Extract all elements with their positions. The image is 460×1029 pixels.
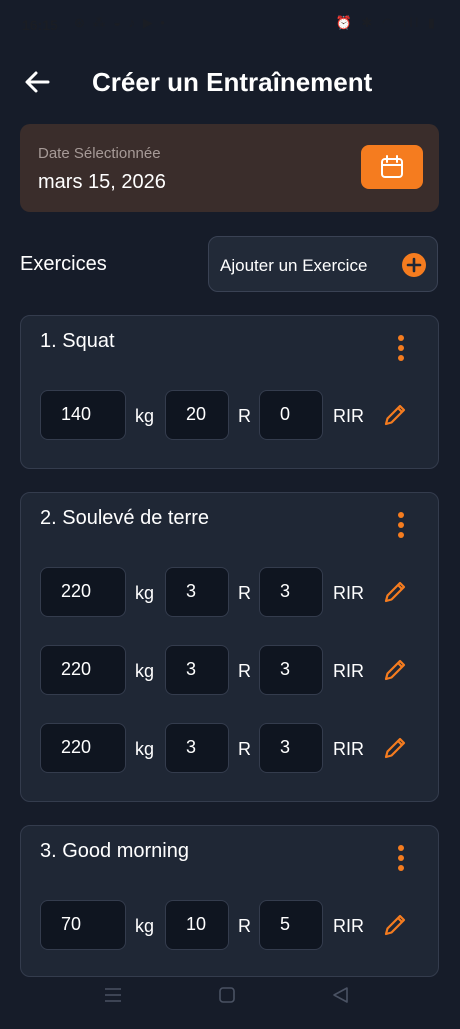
reps-unit: R	[238, 916, 251, 936]
set-row: 220 kg 3 R 3 RIR	[21, 645, 440, 695]
rir-input[interactable]: 3	[259, 645, 323, 695]
reps-unit: R	[238, 406, 251, 426]
reps-input[interactable]: 3	[165, 567, 229, 617]
rir-input[interactable]: 3	[259, 723, 323, 773]
rir-unit: RIR	[333, 739, 364, 759]
date-label: Date Sélectionnée	[38, 145, 161, 162]
reps-input[interactable]: 3	[165, 645, 229, 695]
recent-apps-icon[interactable]	[105, 988, 121, 1002]
system-navigation-bar	[0, 976, 460, 1024]
add-exercise-button[interactable]: Ajouter un Exercice	[208, 236, 438, 292]
rir-input[interactable]: 5	[259, 900, 323, 950]
weight-unit: kg	[135, 661, 155, 681]
reps-input[interactable]: 20	[165, 390, 229, 440]
add-exercise-label: Ajouter un Exercice	[220, 256, 368, 275]
reps-input[interactable]: 3	[165, 723, 229, 773]
back-nav-icon[interactable]	[333, 987, 348, 1003]
rir-unit: RIR	[333, 661, 364, 681]
weight-unit: kg	[135, 583, 155, 603]
home-icon[interactable]	[219, 987, 235, 1003]
more-options-icon[interactable]	[389, 331, 413, 365]
weight-unit: kg	[135, 406, 155, 426]
pencil-icon[interactable]	[381, 401, 409, 429]
more-options-icon[interactable]	[389, 508, 413, 542]
pencil-icon[interactable]	[381, 911, 409, 939]
notification-icons: ⊛ ⁂ ◒ ♪ ▶ •	[74, 15, 167, 30]
status-time: 16:15	[22, 17, 58, 33]
rir-input[interactable]: 0	[259, 390, 323, 440]
reps-unit: R	[238, 739, 251, 759]
rir-unit: RIR	[333, 916, 364, 936]
reps-unit: R	[238, 583, 251, 603]
rir-unit: RIR	[333, 583, 364, 603]
system-status-icons: ⏰ ✱ ◠ ıll ▮	[335, 15, 438, 30]
calendar-icon	[381, 155, 403, 178]
exercise-card: 3. Good morning 70 kg 10 R 5 RIR	[20, 825, 439, 977]
weight-input[interactable]: 220	[40, 567, 126, 617]
reps-input[interactable]: 10	[165, 900, 229, 950]
page-title: Créer un Entraînement	[92, 67, 373, 97]
pencil-icon[interactable]	[381, 734, 409, 762]
set-row: 220 kg 3 R 3 RIR	[21, 567, 440, 617]
exercise-card: 2. Soulevé de terre 220 kg 3 R 3 RIR 220…	[20, 492, 439, 802]
date-card: Date Sélectionnée mars 15, 2026	[20, 124, 439, 212]
pencil-icon[interactable]	[381, 656, 409, 684]
weight-unit: kg	[135, 739, 155, 759]
weight-input[interactable]: 70	[40, 900, 126, 950]
pencil-icon[interactable]	[381, 578, 409, 606]
exercise-name: 1. Squat	[40, 330, 115, 352]
set-row: 70 kg 10 R 5 RIR	[21, 900, 440, 950]
weight-input[interactable]: 220	[40, 645, 126, 695]
rir-unit: RIR	[333, 406, 364, 426]
rir-input[interactable]: 3	[259, 567, 323, 617]
more-options-icon[interactable]	[389, 841, 413, 875]
exercises-heading: Exercices	[20, 253, 107, 275]
exercise-name: 3. Good morning	[40, 840, 189, 862]
calendar-button[interactable]	[361, 145, 423, 189]
exercise-name: 2. Soulevé de terre	[40, 507, 209, 529]
weight-input[interactable]: 220	[40, 723, 126, 773]
status-bar: 16:15 ⊛ ⁂ ◒ ♪ ▶ • ⏰ ✱ ◠ ıll ▮	[0, 0, 460, 48]
set-row: 220 kg 3 R 3 RIR	[21, 723, 440, 773]
weight-unit: kg	[135, 916, 155, 936]
plus-circle-icon	[402, 253, 426, 277]
set-row: 140 kg 20 R 0 RIR	[21, 390, 440, 440]
weight-input[interactable]: 140	[40, 390, 126, 440]
back-arrow-icon[interactable]	[22, 66, 54, 98]
reps-unit: R	[238, 661, 251, 681]
exercise-card: 1. Squat 140 kg 20 R 0 RIR	[20, 315, 439, 469]
selected-date: mars 15, 2026	[38, 171, 166, 193]
